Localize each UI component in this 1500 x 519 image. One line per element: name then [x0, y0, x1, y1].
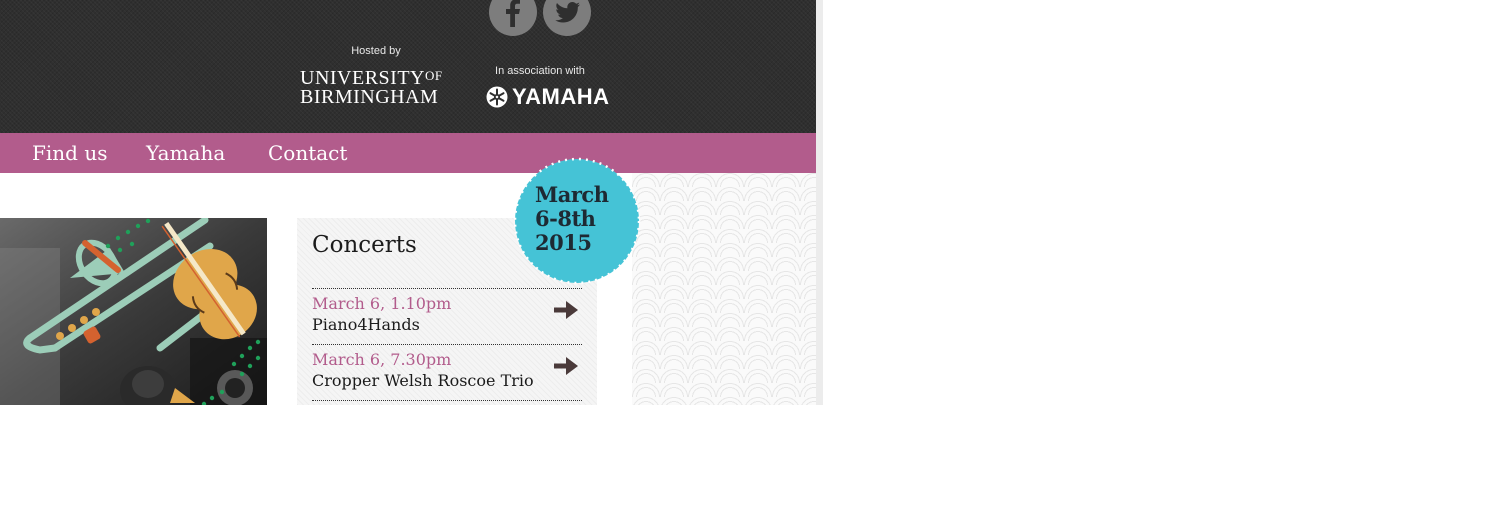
twitter-link[interactable]: [543, 0, 591, 36]
arrow-right-icon[interactable]: [553, 355, 579, 377]
facebook-icon: [506, 0, 520, 27]
main-nav: Find us Yamaha Contact: [0, 133, 816, 173]
concert-date: March 6, 7.30pm: [312, 350, 452, 369]
facebook-link[interactable]: [489, 0, 537, 36]
yamaha-tuning-fork-icon: [486, 86, 508, 108]
site-header: Hosted by UNIVERSITYOF BIRMINGHAM In ass…: [0, 0, 816, 133]
date-badge-text: March 6-8th 2015: [535, 182, 609, 255]
concert-date: March 6, 1.10pm: [312, 294, 452, 313]
wave-pattern-decoration: [632, 173, 816, 405]
badge-days: 6-8th: [535, 206, 596, 231]
badge-year: 2015: [535, 230, 592, 255]
site-container: Hosted by UNIVERSITYOF BIRMINGHAM In ass…: [0, 0, 816, 405]
university-logo-of: OF: [425, 68, 443, 83]
concert-item[interactable]: March 6, 1.10pm Piano4Hands: [312, 288, 582, 345]
concert-list-divider: [312, 400, 582, 403]
hosted-by-label: Hosted by: [351, 45, 401, 57]
concert-name: Cropper Welsh Roscoe Trio: [312, 371, 534, 390]
festival-illustration: [0, 218, 267, 405]
nav-item-contact[interactable]: Contact: [268, 140, 347, 166]
badge-month: March: [535, 182, 609, 207]
concerts-title: Concerts: [312, 232, 417, 258]
association-label: In association with: [495, 65, 585, 77]
concert-name: Piano4Hands: [312, 315, 420, 334]
nav-item-find-us[interactable]: Find us: [32, 140, 107, 166]
nav-item-yamaha[interactable]: Yamaha: [146, 140, 225, 166]
yamaha-logo-text: YAMAHA: [512, 84, 610, 109]
arrow-right-icon[interactable]: [553, 299, 579, 321]
hero-image: [0, 218, 267, 405]
university-logo-line2: BIRMINGHAM: [300, 86, 439, 108]
concert-item[interactable]: March 6, 7.30pm Cropper Welsh Roscoe Tri…: [312, 344, 582, 401]
page-edge-shadow: [816, 0, 823, 405]
yamaha-logo[interactable]: YAMAHA: [486, 85, 610, 109]
twitter-icon: [555, 2, 580, 23]
